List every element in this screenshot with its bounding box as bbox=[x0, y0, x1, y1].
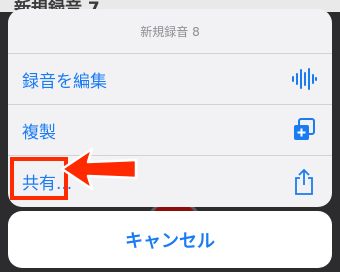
action-sheet-header: 新規録音 8 bbox=[8, 9, 332, 54]
share-icon bbox=[290, 168, 318, 196]
edit-recording-label: 録音を編集 bbox=[22, 71, 107, 92]
duplicate-label: 複製 bbox=[22, 122, 56, 143]
waveform-icon bbox=[290, 65, 318, 93]
annotation-arrow-icon bbox=[60, 147, 138, 191]
duplicate-icon bbox=[290, 116, 318, 144]
duplicate-option[interactable]: 複製 bbox=[8, 105, 332, 156]
cancel-label: キャンセル bbox=[125, 230, 215, 252]
edit-recording-option[interactable]: 録音を編集 bbox=[8, 54, 332, 105]
action-sheet-title: 新規録音 8 bbox=[140, 24, 200, 39]
cancel-button[interactable]: キャンセル bbox=[8, 211, 332, 268]
